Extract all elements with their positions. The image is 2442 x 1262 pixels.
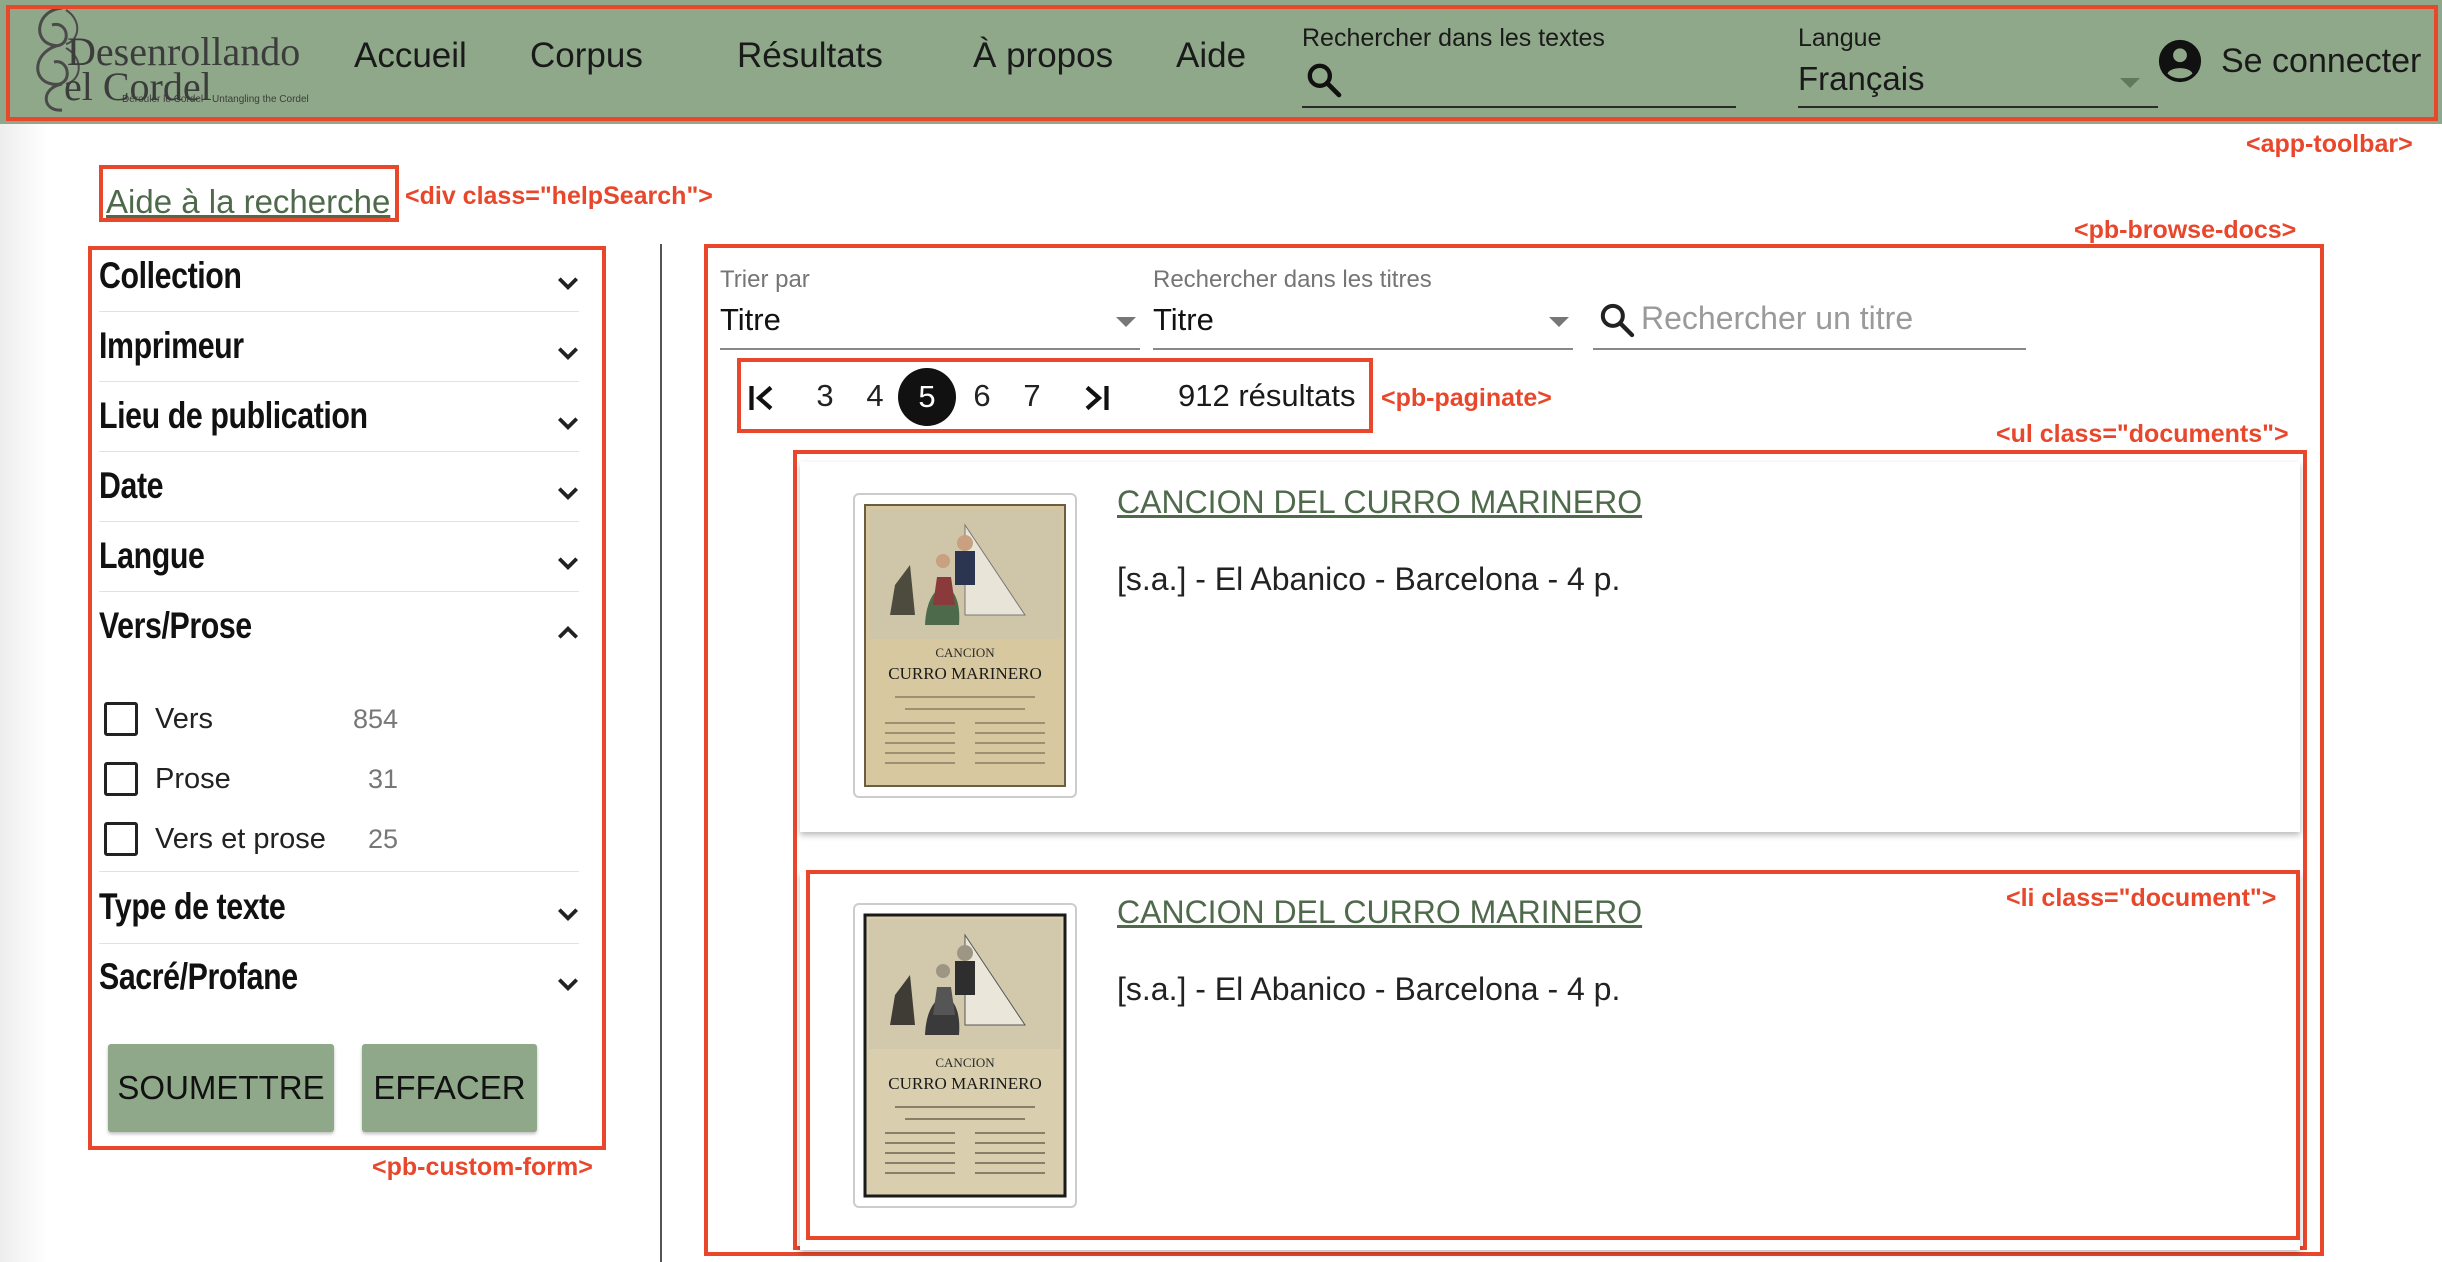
annotation-browse-label: <pb-browse-docs> bbox=[2074, 216, 2297, 244]
title-search-placeholder: Rechercher un titre bbox=[1641, 300, 1914, 336]
title-search-underline bbox=[1593, 348, 2026, 350]
search-titles-underline bbox=[1153, 348, 1573, 350]
title-field-select[interactable]: Rechercher dans les titres Titre bbox=[1153, 264, 1573, 350]
column-divider bbox=[660, 244, 662, 1262]
document-title-link[interactable]: CANCION DEL CURRO MARINERO bbox=[1117, 484, 1642, 521]
annotation-form-label: <pb-custom-form> bbox=[372, 1153, 593, 1181]
sort-label: Trier par bbox=[720, 266, 810, 293]
dropdown-caret-icon bbox=[1116, 317, 1136, 327]
annotation-form-box bbox=[88, 246, 606, 1150]
annotation-help-box bbox=[99, 165, 399, 222]
search-titles-value: Titre bbox=[1153, 302, 1214, 337]
annotation-paginate-label: <pb-paginate> bbox=[1381, 384, 1552, 412]
page-edge-shadow bbox=[0, 124, 48, 1262]
thumbnail-image: CANCION CURRO MARINERO bbox=[864, 504, 1066, 787]
document-meta: [s.a.] - El Abanico - Barcelona - 4 p. bbox=[1117, 561, 1621, 597]
sort-select[interactable]: Trier par Titre bbox=[720, 264, 1140, 350]
annotation-documents-label: <ul class="documents"> bbox=[1996, 420, 2289, 448]
title-search-input[interactable]: Rechercher un titre bbox=[1593, 290, 2026, 350]
annotation-help-label: <div class="helpSearch"> bbox=[405, 182, 713, 210]
document-thumbnail[interactable]: CANCION CURRO MARINERO bbox=[853, 493, 1077, 798]
search-titles-label: Rechercher dans les titres bbox=[1153, 266, 1432, 293]
annotation-toolbar-box bbox=[6, 5, 2438, 121]
annotation-document-label: <li class="document"> bbox=[2006, 884, 2277, 912]
search-icon bbox=[1600, 303, 1635, 338]
annotation-toolbar-label: <app-toolbar> bbox=[2246, 130, 2413, 158]
annotation-document-box bbox=[806, 870, 2300, 1240]
annotation-paginate-box bbox=[737, 358, 1373, 433]
sort-value: Titre bbox=[720, 302, 781, 337]
thumbnail-subheading: CURRO MARINERO bbox=[888, 664, 1042, 683]
dropdown-caret-icon bbox=[1549, 317, 1569, 327]
sort-underline bbox=[720, 348, 1140, 350]
thumbnail-heading: CANCION bbox=[935, 645, 995, 660]
